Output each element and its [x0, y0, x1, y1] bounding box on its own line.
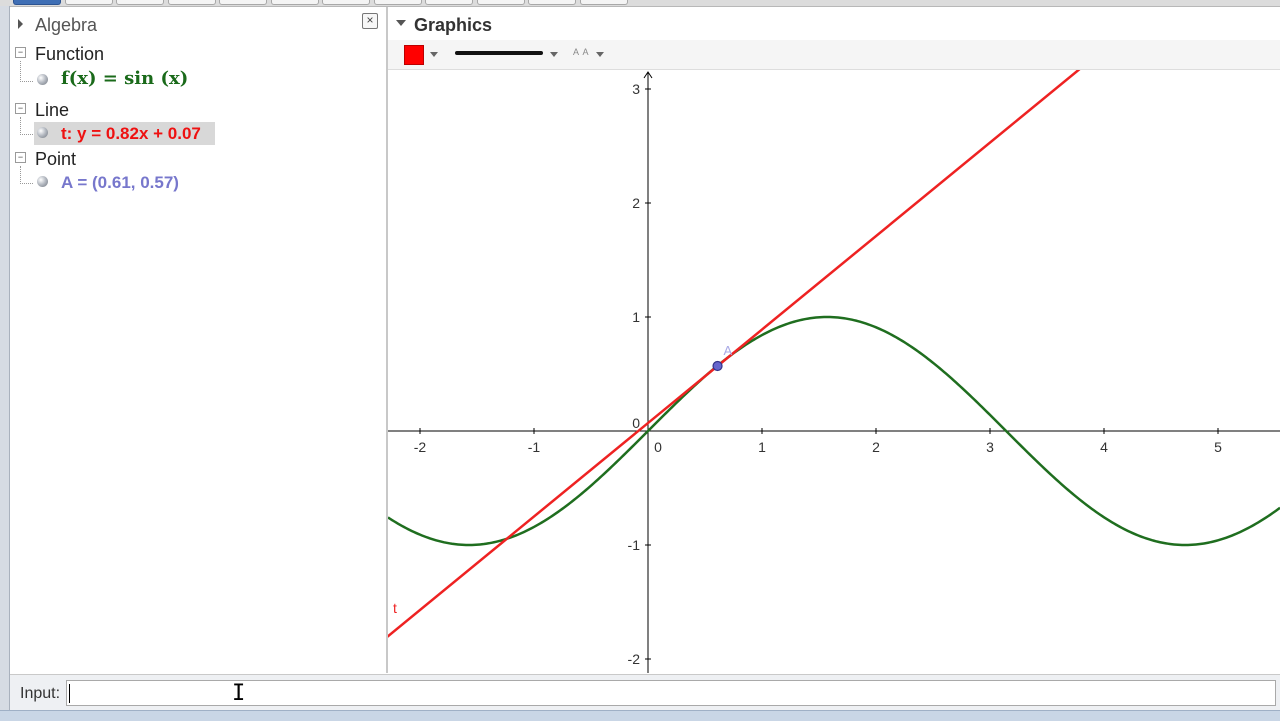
chevron-down-icon[interactable]	[596, 52, 604, 57]
graphics-header: Graphics	[388, 7, 1280, 40]
x-tick-label: 1	[758, 439, 766, 455]
ibeam-cursor-icon: I	[232, 681, 246, 706]
chevron-down-icon[interactable]	[550, 52, 558, 57]
tangent-line-t[interactable]	[388, 70, 1280, 646]
toolbar-tool-button[interactable]	[322, 0, 370, 5]
category-line[interactable]: Line	[35, 100, 69, 121]
toolbar-tool-button[interactable]	[167, 0, 216, 5]
y-tick-label: 2	[632, 195, 640, 211]
text-caret	[69, 684, 70, 703]
line-style-button[interactable]	[455, 51, 543, 55]
toolbar-tool-button[interactable]	[64, 0, 113, 5]
toolbar-tool-button[interactable]	[270, 0, 319, 5]
window-frame-left	[0, 6, 10, 720]
y-tick-label: -1	[628, 537, 641, 553]
visibility-toggle-icon[interactable]	[37, 74, 48, 85]
x-tick-label: -1	[528, 439, 541, 455]
x-tick-label: 0	[654, 439, 662, 455]
object-line-t[interactable]: t: y = 0.82x + 0.07	[61, 124, 201, 144]
category-function[interactable]: Function	[35, 44, 104, 65]
algebra-title: Algebra	[35, 15, 98, 35]
tree-connector	[20, 166, 33, 184]
toolbar-tool-button[interactable]	[13, 0, 61, 5]
collapse-toggle-icon[interactable]: −	[15, 152, 26, 163]
style-bar: A A	[388, 40, 1280, 70]
tree-connector	[20, 61, 33, 82]
expand-triangle-icon[interactable]	[18, 19, 23, 29]
graphics-plot[interactable]: -2 -1 0 1 2 3 4 5 3 2 1 0 -1 -2 t A	[388, 70, 1280, 673]
point-a[interactable]	[712, 360, 723, 372]
algebra-header: Algebra ×	[10, 7, 385, 39]
input-bar: Input:	[10, 674, 1280, 711]
y-tick-label: 1	[632, 309, 640, 325]
object-point-a[interactable]: A = (0.61, 0.57)	[61, 173, 179, 193]
visibility-toggle-icon[interactable]	[37, 127, 48, 138]
collapse-toggle-icon[interactable]: −	[15, 103, 26, 114]
graphics-title: Graphics	[414, 15, 493, 35]
text-style-button[interactable]: A A	[573, 47, 590, 57]
toolbar	[0, 0, 1280, 7]
toolbar-tool-button[interactable]	[116, 0, 164, 5]
x-tick-label: 2	[872, 439, 880, 455]
toolbar-tool-button[interactable]	[425, 0, 473, 5]
input-label: Input:	[20, 685, 61, 702]
color-button[interactable]	[404, 45, 424, 65]
toolbar-tool-button[interactable]	[476, 0, 525, 5]
x-tick-label: 5	[1214, 439, 1222, 455]
object-function-f[interactable]: f(x) = sin (x)	[61, 68, 188, 89]
category-point[interactable]: Point	[35, 149, 76, 170]
collapse-triangle-icon[interactable]	[396, 20, 406, 26]
y-tick-label: 0	[632, 415, 640, 431]
toolbar-tool-button[interactable]	[219, 0, 267, 5]
toolbar-tool-button[interactable]	[579, 0, 628, 5]
collapse-toggle-icon[interactable]: −	[15, 47, 26, 58]
y-tick-label: -2	[628, 651, 641, 667]
tree-connector	[20, 117, 33, 135]
point-label-a: A	[724, 343, 733, 358]
window-frame-bottom	[0, 710, 1280, 721]
toolbar-tool-button[interactable]	[373, 0, 422, 5]
x-tick-label: 4	[1100, 439, 1108, 455]
y-tick-label: 3	[632, 81, 640, 97]
line-label-t: t	[393, 600, 397, 616]
x-tick-label: 3	[986, 439, 994, 455]
chevron-down-icon[interactable]	[430, 52, 438, 57]
visibility-toggle-icon[interactable]	[37, 176, 48, 187]
close-icon[interactable]: ×	[362, 13, 378, 29]
x-tick-label: -2	[414, 439, 427, 455]
graphics-canvas[interactable]: -2 -1 0 1 2 3 4 5 3 2 1 0 -1 -2 t A	[388, 70, 1280, 673]
toolbar-tool-button[interactable]	[528, 0, 576, 5]
input-field[interactable]	[66, 680, 1276, 706]
algebra-view: Algebra × − Function f(x) = sin (x) − Li…	[10, 7, 385, 672]
